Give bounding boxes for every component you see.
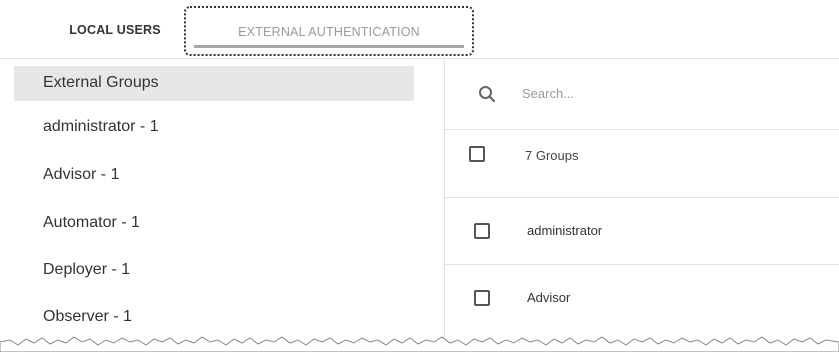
row-checkbox[interactable] xyxy=(474,290,490,306)
external-groups-header-label: External Groups xyxy=(43,74,159,91)
tab-local-users[interactable]: LOCAL USERS xyxy=(56,18,174,42)
group-item-observer[interactable]: Observer - 1 xyxy=(43,308,132,326)
group-count-label: 7 Groups xyxy=(525,148,579,163)
external-groups-header: External Groups xyxy=(14,66,414,101)
app-frame: LOCAL USERS EXTERNAL AUTHENTICATION Exte… xyxy=(0,0,839,352)
search-input[interactable] xyxy=(522,81,822,105)
tab-external-authentication[interactable]: EXTERNAL AUTHENTICATION xyxy=(184,6,474,56)
search-bar xyxy=(445,59,839,130)
table-row[interactable]: administrator xyxy=(445,198,839,265)
search-icon xyxy=(479,86,496,103)
torn-edge xyxy=(0,336,839,352)
select-all-checkbox[interactable] xyxy=(469,146,485,162)
group-item-administrator[interactable]: administrator - 1 xyxy=(43,118,159,136)
groups-table: 7 Groups administrator Advisor xyxy=(445,59,839,352)
group-item-deployer[interactable]: Deployer - 1 xyxy=(43,261,130,279)
row-label: Advisor xyxy=(527,290,571,305)
active-tab-indicator xyxy=(194,45,464,48)
select-all-row: 7 Groups xyxy=(445,130,839,198)
row-checkbox[interactable] xyxy=(474,223,490,239)
tab-external-authentication-label: EXTERNAL AUTHENTICATION xyxy=(238,25,420,39)
table-row[interactable]: Advisor xyxy=(445,265,839,331)
external-groups-list: External Groups administrator - 1 Adviso… xyxy=(12,66,444,352)
group-item-advisor[interactable]: Advisor - 1 xyxy=(43,166,119,184)
tab-bar: LOCAL USERS EXTERNAL AUTHENTICATION xyxy=(0,0,839,60)
group-item-automator[interactable]: Automator - 1 xyxy=(43,214,140,232)
row-label: administrator xyxy=(527,223,603,238)
